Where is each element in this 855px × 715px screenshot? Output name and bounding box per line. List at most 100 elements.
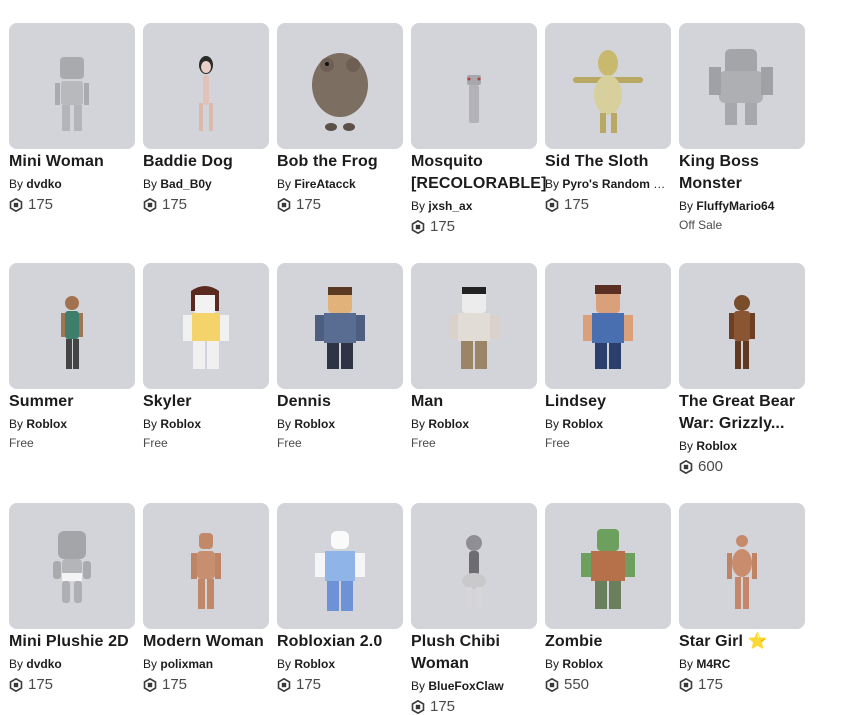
item-thumbnail[interactable]: [545, 503, 671, 629]
item-name[interactable]: King Boss Monster: [679, 151, 805, 195]
item-thumbnail[interactable]: [679, 23, 805, 149]
robux-icon: [411, 219, 425, 234]
creator-link[interactable]: Roblox: [562, 657, 603, 671]
item-name-text: Skyler: [143, 393, 192, 410]
price-value: 175: [162, 676, 188, 693]
creator-link[interactable]: Roblox: [428, 417, 469, 431]
item-thumbnail[interactable]: [143, 23, 269, 149]
item-card[interactable]: The Great Bear War: Grizzly... By Roblox 6…: [679, 263, 805, 475]
item-card[interactable]: Robloxian 2.0 By Roblox 175: [277, 503, 403, 715]
item-thumbnail[interactable]: [679, 263, 805, 389]
item-name[interactable]: Modern Woman: [143, 631, 269, 653]
creator-link[interactable]: FireAtacck: [294, 177, 355, 191]
item-name[interactable]: Bob the Frog: [277, 151, 403, 173]
item-price: 600: [679, 458, 805, 475]
by-label: By: [679, 657, 694, 671]
item-card[interactable]: Man By Roblox Free: [411, 263, 537, 475]
price-value: 175: [564, 196, 590, 213]
item-thumbnail[interactable]: [277, 23, 403, 149]
creator-link[interactable]: polixman: [160, 657, 213, 671]
item-name[interactable]: The Great Bear War: Grizzly...: [679, 391, 805, 435]
item-name-text: Modern Woman: [143, 633, 264, 650]
item-card[interactable]: Summer By Roblox Free: [9, 263, 135, 475]
item-creator-line: By FluffyMario64: [679, 197, 805, 215]
creator-link[interactable]: Roblox: [26, 417, 67, 431]
creator-link[interactable]: jxsh_ax: [428, 199, 472, 213]
item-name-text: Baddie Dog: [143, 153, 233, 170]
creator-link[interactable]: Roblox: [696, 439, 737, 453]
avatar-figure: [183, 286, 229, 369]
creator-link[interactable]: BlueFoxClaw: [428, 679, 503, 693]
item-card[interactable]: Mosquito [RECOLORABLE] By jxsh_ax 175: [411, 23, 546, 235]
item-thumbnail[interactable]: [277, 503, 403, 629]
creator-link[interactable]: dvdko: [26, 177, 61, 191]
robux-icon: [545, 677, 559, 692]
by-label: By: [545, 657, 560, 671]
price-value: 175: [296, 676, 322, 693]
item-card[interactable]: Dennis By Roblox Free: [277, 263, 403, 475]
item-card[interactable]: Skyler By Roblox Free: [143, 263, 269, 475]
item-name[interactable]: Zombie: [545, 631, 671, 653]
item-name[interactable]: Plush Chibi Woman: [411, 631, 537, 675]
item-name-text: The Great Bear War: Grizzly...: [679, 393, 796, 432]
item-card[interactable]: Lindsey By Roblox Free: [545, 263, 671, 475]
item-price: 175: [277, 676, 403, 693]
item-card[interactable]: Plush Chibi Woman By BlueFoxClaw 175: [411, 503, 537, 715]
creator-link[interactable]: Bad_B0y: [160, 177, 211, 191]
item-thumbnail[interactable]: [679, 503, 805, 629]
item-thumbnail[interactable]: [143, 503, 269, 629]
price-value: 550: [564, 676, 590, 693]
item-name[interactable]: Mini Woman: [9, 151, 135, 173]
price-value: 175: [430, 698, 456, 715]
item-card[interactable]: Mini Plushie 2D By dvdko 175: [9, 503, 135, 715]
item-card[interactable]: Baddie Dog By Bad_B0y 175: [143, 23, 269, 235]
creator-link[interactable]: Roblox: [562, 417, 603, 431]
by-label: By: [9, 657, 24, 671]
creator-link[interactable]: Pyro's Random St...: [562, 177, 671, 191]
item-card[interactable]: Star Girl ⭐ By M4RC 175: [679, 503, 805, 715]
item-thumbnail[interactable]: [143, 263, 269, 389]
creator-link[interactable]: dvdko: [26, 657, 61, 671]
item-card[interactable]: Mini Woman By dvdko 175: [9, 23, 135, 235]
by-label: By: [143, 657, 158, 671]
item-name[interactable]: Star Girl ⭐: [679, 631, 805, 653]
item-price: 175: [9, 676, 135, 693]
item-thumbnail[interactable]: [545, 263, 671, 389]
item-name[interactable]: Sid The Sloth: [545, 151, 671, 173]
item-name[interactable]: Dennis: [277, 391, 403, 413]
item-card[interactable]: Zombie By Roblox 550: [545, 503, 671, 715]
item-name[interactable]: Summer: [9, 391, 135, 413]
item-name[interactable]: Skyler: [143, 391, 269, 413]
item-creator-line: By Pyro's Random St...: [545, 175, 671, 193]
item-name[interactable]: Mosquito [RECOLORABLE]: [411, 151, 546, 195]
item-thumbnail[interactable]: [9, 23, 135, 149]
item-name[interactable]: Mini Plushie 2D: [9, 631, 135, 653]
creator-link[interactable]: FluffyMario64: [696, 199, 774, 213]
item-price: 175: [411, 698, 537, 715]
item-card[interactable]: Sid The Sloth By Pyro's Random St... 175: [545, 23, 671, 235]
item-price: 175: [143, 676, 269, 693]
creator-link[interactable]: M4RC: [696, 657, 730, 671]
item-name[interactable]: Lindsey: [545, 391, 671, 413]
item-thumbnail[interactable]: [411, 23, 537, 149]
item-thumbnail[interactable]: [9, 263, 135, 389]
creator-link[interactable]: Roblox: [294, 417, 335, 431]
creator-link[interactable]: Roblox: [160, 417, 201, 431]
avatar-figure: [312, 53, 368, 131]
item-card[interactable]: Modern Woman By polixman 175: [143, 503, 269, 715]
price-value: 175: [162, 196, 188, 213]
item-name[interactable]: Robloxian 2.0: [277, 631, 403, 653]
price-value: 175: [28, 676, 54, 693]
avatar-figure: [583, 285, 633, 369]
item-thumbnail[interactable]: [411, 263, 537, 389]
item-thumbnail[interactable]: [9, 503, 135, 629]
item-card[interactable]: Bob the Frog By FireAtacck 175: [277, 23, 403, 235]
item-card[interactable]: King Boss Monster By FluffyMario64 Off Sal…: [679, 23, 805, 235]
item-thumbnail[interactable]: [411, 503, 537, 629]
item-name[interactable]: Man: [411, 391, 537, 413]
item-thumbnail[interactable]: [277, 263, 403, 389]
item-thumbnail[interactable]: [545, 23, 671, 149]
item-name[interactable]: Baddie Dog: [143, 151, 269, 173]
creator-link[interactable]: Roblox: [294, 657, 335, 671]
price-value: 175: [430, 218, 456, 235]
